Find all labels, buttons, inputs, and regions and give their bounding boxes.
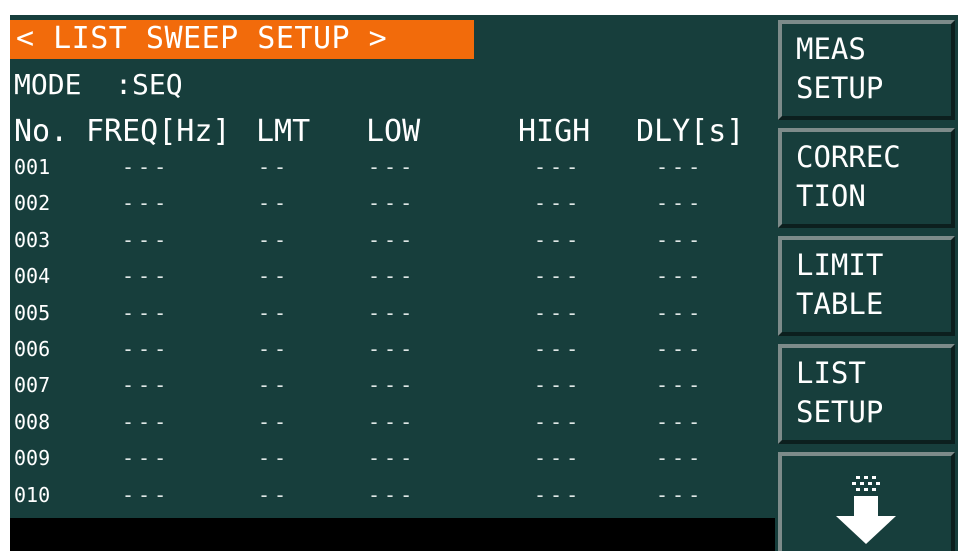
dly-cell[interactable]: --- [656, 152, 704, 182]
softkey-label: SETUP [796, 395, 884, 429]
low-cell[interactable]: --- [368, 443, 416, 473]
low-cell[interactable]: --- [368, 334, 416, 364]
high-cell[interactable]: --- [534, 298, 582, 328]
down-arrow-icon [836, 476, 896, 544]
low-cell[interactable]: --- [368, 261, 416, 291]
low-cell[interactable]: --- [368, 225, 416, 255]
dly-cell[interactable]: --- [656, 443, 704, 473]
column-header-lmt: LMT [256, 114, 311, 149]
row-number: 009 [14, 446, 51, 471]
lmt-cell[interactable]: -- [258, 443, 290, 473]
dly-cell[interactable]: --- [656, 225, 704, 255]
page-title: < LIST SWEEP SETUP > [16, 21, 388, 56]
table-row[interactable]: 002 --- -- --- --- --- [10, 188, 770, 224]
freq-cell[interactable]: --- [122, 443, 170, 473]
dly-cell[interactable]: --- [656, 370, 704, 400]
softkey-panel: MEAS SETUP CORREC TION LIMIT TABLE LIST … [775, 15, 958, 551]
table-row[interactable]: 003 --- -- --- --- --- [10, 225, 770, 261]
column-header-no: No. [14, 114, 69, 149]
row-number: 004 [14, 264, 51, 289]
table-row[interactable]: 001 --- -- --- --- --- [10, 152, 770, 188]
table-row[interactable]: 006 --- -- --- --- --- [10, 334, 770, 370]
dly-cell[interactable]: --- [656, 480, 704, 510]
freq-cell[interactable]: --- [122, 407, 170, 437]
title-bar: < LIST SWEEP SETUP > [10, 20, 474, 59]
dly-cell[interactable]: --- [656, 261, 704, 291]
low-cell[interactable]: --- [368, 480, 416, 510]
list-setup-softkey[interactable]: LIST SETUP [778, 344, 955, 444]
row-number: 001 [14, 155, 51, 179]
column-header-low: LOW [366, 114, 421, 149]
softkey-label: LIMIT [796, 248, 884, 282]
high-cell[interactable]: --- [534, 188, 582, 218]
lmt-cell[interactable]: -- [258, 480, 290, 510]
page-down-softkey[interactable] [778, 452, 955, 551]
low-cell[interactable]: --- [368, 188, 416, 218]
high-cell[interactable]: --- [534, 152, 582, 182]
freq-cell[interactable]: --- [122, 152, 170, 182]
row-number: 002 [14, 191, 51, 216]
low-cell[interactable]: --- [368, 370, 416, 400]
lmt-cell[interactable]: -- [258, 261, 290, 291]
softkey-label: SETUP [796, 71, 884, 105]
row-number: 007 [14, 373, 51, 398]
high-cell[interactable]: --- [534, 334, 582, 364]
status-strip [10, 518, 775, 551]
freq-cell[interactable]: --- [122, 480, 170, 510]
table-row[interactable]: 005 --- -- --- --- --- [10, 298, 770, 334]
softkey-label: CORREC [796, 140, 901, 174]
high-cell[interactable]: --- [534, 443, 582, 473]
instrument-screen: < LIST SWEEP SETUP > MODE :SEQ No. FREQ[… [10, 15, 958, 551]
lmt-cell[interactable]: -- [258, 298, 290, 328]
row-number: 010 [14, 482, 51, 507]
high-cell[interactable]: --- [534, 480, 582, 510]
lmt-cell[interactable]: -- [258, 152, 290, 182]
limit-table-softkey[interactable]: LIMIT TABLE [778, 236, 955, 336]
softkey-label: TION [796, 179, 866, 213]
mode-field[interactable]: MODE :SEQ [14, 68, 183, 102]
table-row[interactable]: 004 --- -- --- --- --- [10, 261, 770, 297]
column-header-dly: DLY[s] [636, 114, 745, 149]
softkey-label: TABLE [796, 287, 884, 321]
freq-cell[interactable]: --- [122, 370, 170, 400]
freq-cell[interactable]: --- [122, 298, 170, 328]
high-cell[interactable]: --- [534, 261, 582, 291]
softkey-label: MEAS [796, 32, 866, 66]
row-number: 008 [14, 409, 51, 434]
high-cell[interactable]: --- [534, 225, 582, 255]
lmt-cell[interactable]: -- [258, 225, 290, 255]
low-cell[interactable]: --- [368, 152, 416, 182]
dly-cell[interactable]: --- [656, 407, 704, 437]
freq-cell[interactable]: --- [122, 261, 170, 291]
low-cell[interactable]: --- [368, 407, 416, 437]
high-cell[interactable]: --- [534, 407, 582, 437]
table-row[interactable]: 007 --- -- --- --- --- [10, 370, 770, 406]
table-row[interactable]: 010 --- -- --- --- --- [10, 480, 770, 516]
lmt-cell[interactable]: -- [258, 370, 290, 400]
dly-cell[interactable]: --- [656, 188, 704, 218]
row-number: 003 [14, 227, 51, 252]
lmt-cell[interactable]: -- [258, 334, 290, 364]
table-row[interactable]: 008 --- -- --- --- --- [10, 407, 770, 443]
dly-cell[interactable]: --- [656, 298, 704, 328]
correction-softkey[interactable]: CORREC TION [778, 128, 955, 228]
freq-cell[interactable]: --- [122, 188, 170, 218]
freq-cell[interactable]: --- [122, 225, 170, 255]
lmt-cell[interactable]: -- [258, 188, 290, 218]
table-row[interactable]: 009 --- -- --- --- --- [10, 443, 770, 479]
row-number: 006 [14, 337, 51, 361]
freq-cell[interactable]: --- [122, 334, 170, 364]
softkey-label: LIST [796, 356, 866, 390]
row-number: 005 [14, 300, 51, 325]
high-cell[interactable]: --- [534, 370, 582, 400]
low-cell[interactable]: --- [368, 298, 416, 328]
dly-cell[interactable]: --- [656, 334, 704, 364]
lmt-cell[interactable]: -- [258, 407, 290, 437]
column-header-high: HIGH [518, 114, 591, 149]
meas-setup-softkey[interactable]: MEAS SETUP [778, 20, 955, 120]
column-header-freq: FREQ[Hz] [86, 114, 231, 149]
